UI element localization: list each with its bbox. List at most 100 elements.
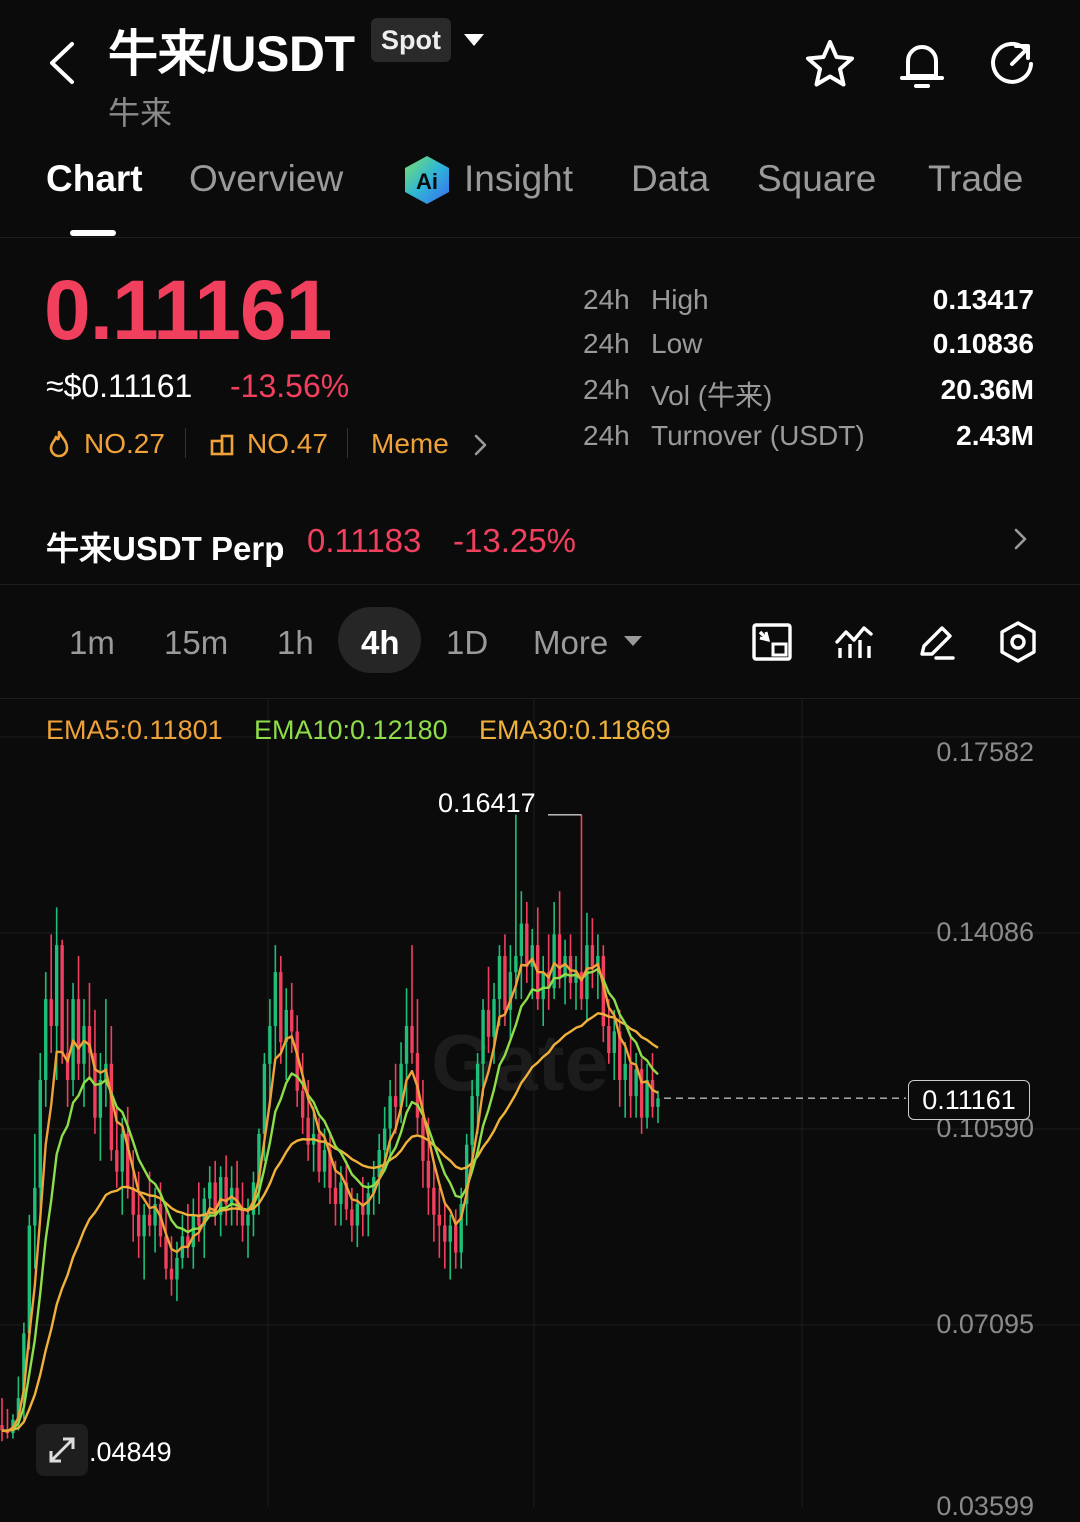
stat-label: Turnover (USDT) (651, 420, 865, 451)
candle-body (454, 1225, 458, 1253)
timeframe-1m[interactable]: 1m (69, 624, 115, 662)
min-price-marker: 0.04849 (74, 1437, 172, 1467)
pair-dropdown[interactable] (462, 30, 486, 50)
alert-button[interactable] (896, 36, 948, 92)
candle-body (393, 1096, 398, 1107)
chart-settings-button[interactable] (998, 620, 1038, 664)
star-icon (806, 40, 854, 87)
chart-mode-button[interactable] (751, 622, 793, 662)
rank-separator (185, 428, 186, 458)
pair-title[interactable]: 牛来/USDT (108, 14, 355, 86)
y-tick-label: 0.17582 (936, 737, 1034, 767)
usd-price: ≈$0.11161 (46, 368, 193, 404)
candle-body (612, 1031, 616, 1053)
stat-value: 2.43M (956, 420, 1034, 451)
candle-body (541, 972, 545, 1000)
tabs-divider (0, 237, 1080, 238)
candle-body (240, 1209, 245, 1226)
draw-button[interactable] (916, 622, 956, 662)
candle-body (623, 1063, 627, 1080)
chevron-right-icon (470, 432, 490, 458)
stat-value: 0.10836 (932, 328, 1034, 359)
refresh-icon (991, 41, 1033, 84)
candle-body (76, 999, 81, 1064)
timeframe-1d[interactable]: 1D (446, 624, 488, 662)
candle-body (519, 923, 524, 956)
ai-icon: Ai (402, 154, 452, 206)
stat-period: 24h (583, 420, 630, 451)
candle-body (525, 923, 529, 967)
gear-icon (1000, 621, 1036, 663)
category-separator (347, 428, 348, 458)
candle-body (339, 1182, 343, 1204)
tab-overview[interactable]: Overview (189, 158, 343, 200)
timeframe-15m[interactable]: 15m (164, 624, 228, 662)
svg-text:Ai: Ai (416, 169, 438, 194)
perp-name: 牛来USDT Perp (46, 530, 285, 567)
market-badge[interactable]: Spot (371, 18, 451, 62)
indicators-button[interactable] (834, 622, 874, 662)
ema30-label: EMA30:0.11869 (479, 715, 671, 745)
candle-body (290, 1009, 294, 1032)
timeframe-1h[interactable]: 1h (277, 624, 314, 662)
candle-body (514, 955, 518, 973)
candle-body (557, 934, 562, 978)
candle-body (628, 1063, 633, 1097)
timeframe-more[interactable]: More (533, 624, 608, 662)
candle-body (175, 1257, 179, 1280)
active-tab-indicator (70, 230, 116, 236)
candle-body (437, 1214, 442, 1226)
tab-chart[interactable]: Chart (46, 158, 143, 200)
perp-change: -13.25% (453, 522, 576, 559)
chevron-down-icon (623, 633, 643, 649)
stat-value: 20.36M (940, 374, 1034, 405)
perp-divider (0, 584, 1080, 585)
candle-body (388, 1096, 392, 1129)
ema10-label: EMA10:0.12180 (254, 715, 448, 745)
candle-body (475, 1063, 480, 1097)
last-price-tag[interactable]: 0.11161 (908, 1080, 1030, 1120)
tab-data[interactable]: Data (631, 158, 709, 200)
last-price-tag-text: 0.11161 (922, 1085, 1016, 1115)
tab-trade[interactable]: Trade (928, 158, 1023, 200)
refresh-button[interactable] (986, 38, 1038, 90)
candle-body (322, 1150, 327, 1172)
candle-body (54, 945, 59, 1027)
rank-market-cap[interactable]: NO.47 (247, 428, 328, 460)
candle-body (404, 1026, 409, 1064)
bell-icon (900, 45, 944, 88)
chart-mode-icon (752, 623, 792, 661)
candle-body (317, 1133, 321, 1172)
y-tick-label: 0.14086 (936, 917, 1034, 947)
chevron-down-icon (464, 34, 484, 46)
candle-body (82, 1026, 86, 1064)
rank-hot[interactable]: NO.27 (84, 428, 165, 460)
back-button[interactable] (44, 38, 84, 88)
expand-chart-button[interactable] (36, 1424, 88, 1476)
candle-body (382, 1128, 387, 1151)
indicators-icon (835, 626, 873, 658)
ema5-label: EMA5:0.11801 (46, 715, 223, 745)
candle-body (448, 1225, 452, 1242)
timeframe-4h[interactable]: 4h (361, 624, 400, 662)
candle-body (350, 1209, 354, 1226)
tab-insight[interactable]: Insight (464, 158, 573, 200)
candle-body (268, 1026, 272, 1064)
stat-label: Low (651, 328, 703, 359)
last-price: 0.11161 (44, 263, 332, 357)
candle-body (262, 1063, 267, 1134)
category-tag[interactable]: Meme (371, 428, 449, 460)
favorite-button[interactable] (804, 38, 856, 90)
candle-body (131, 1187, 135, 1215)
candle-body (650, 1079, 655, 1107)
max-price-marker: 0.16417 (438, 788, 536, 818)
candle-body (98, 1079, 103, 1118)
tab-square[interactable]: Square (757, 158, 876, 200)
candle-body (246, 1214, 250, 1226)
candle-body (432, 1187, 436, 1215)
candle-body (355, 1203, 360, 1226)
stat-value: 0.13417 (932, 284, 1034, 315)
market-cap-icon (209, 432, 235, 458)
pencil-icon (920, 626, 955, 660)
candle-body (443, 1225, 447, 1242)
